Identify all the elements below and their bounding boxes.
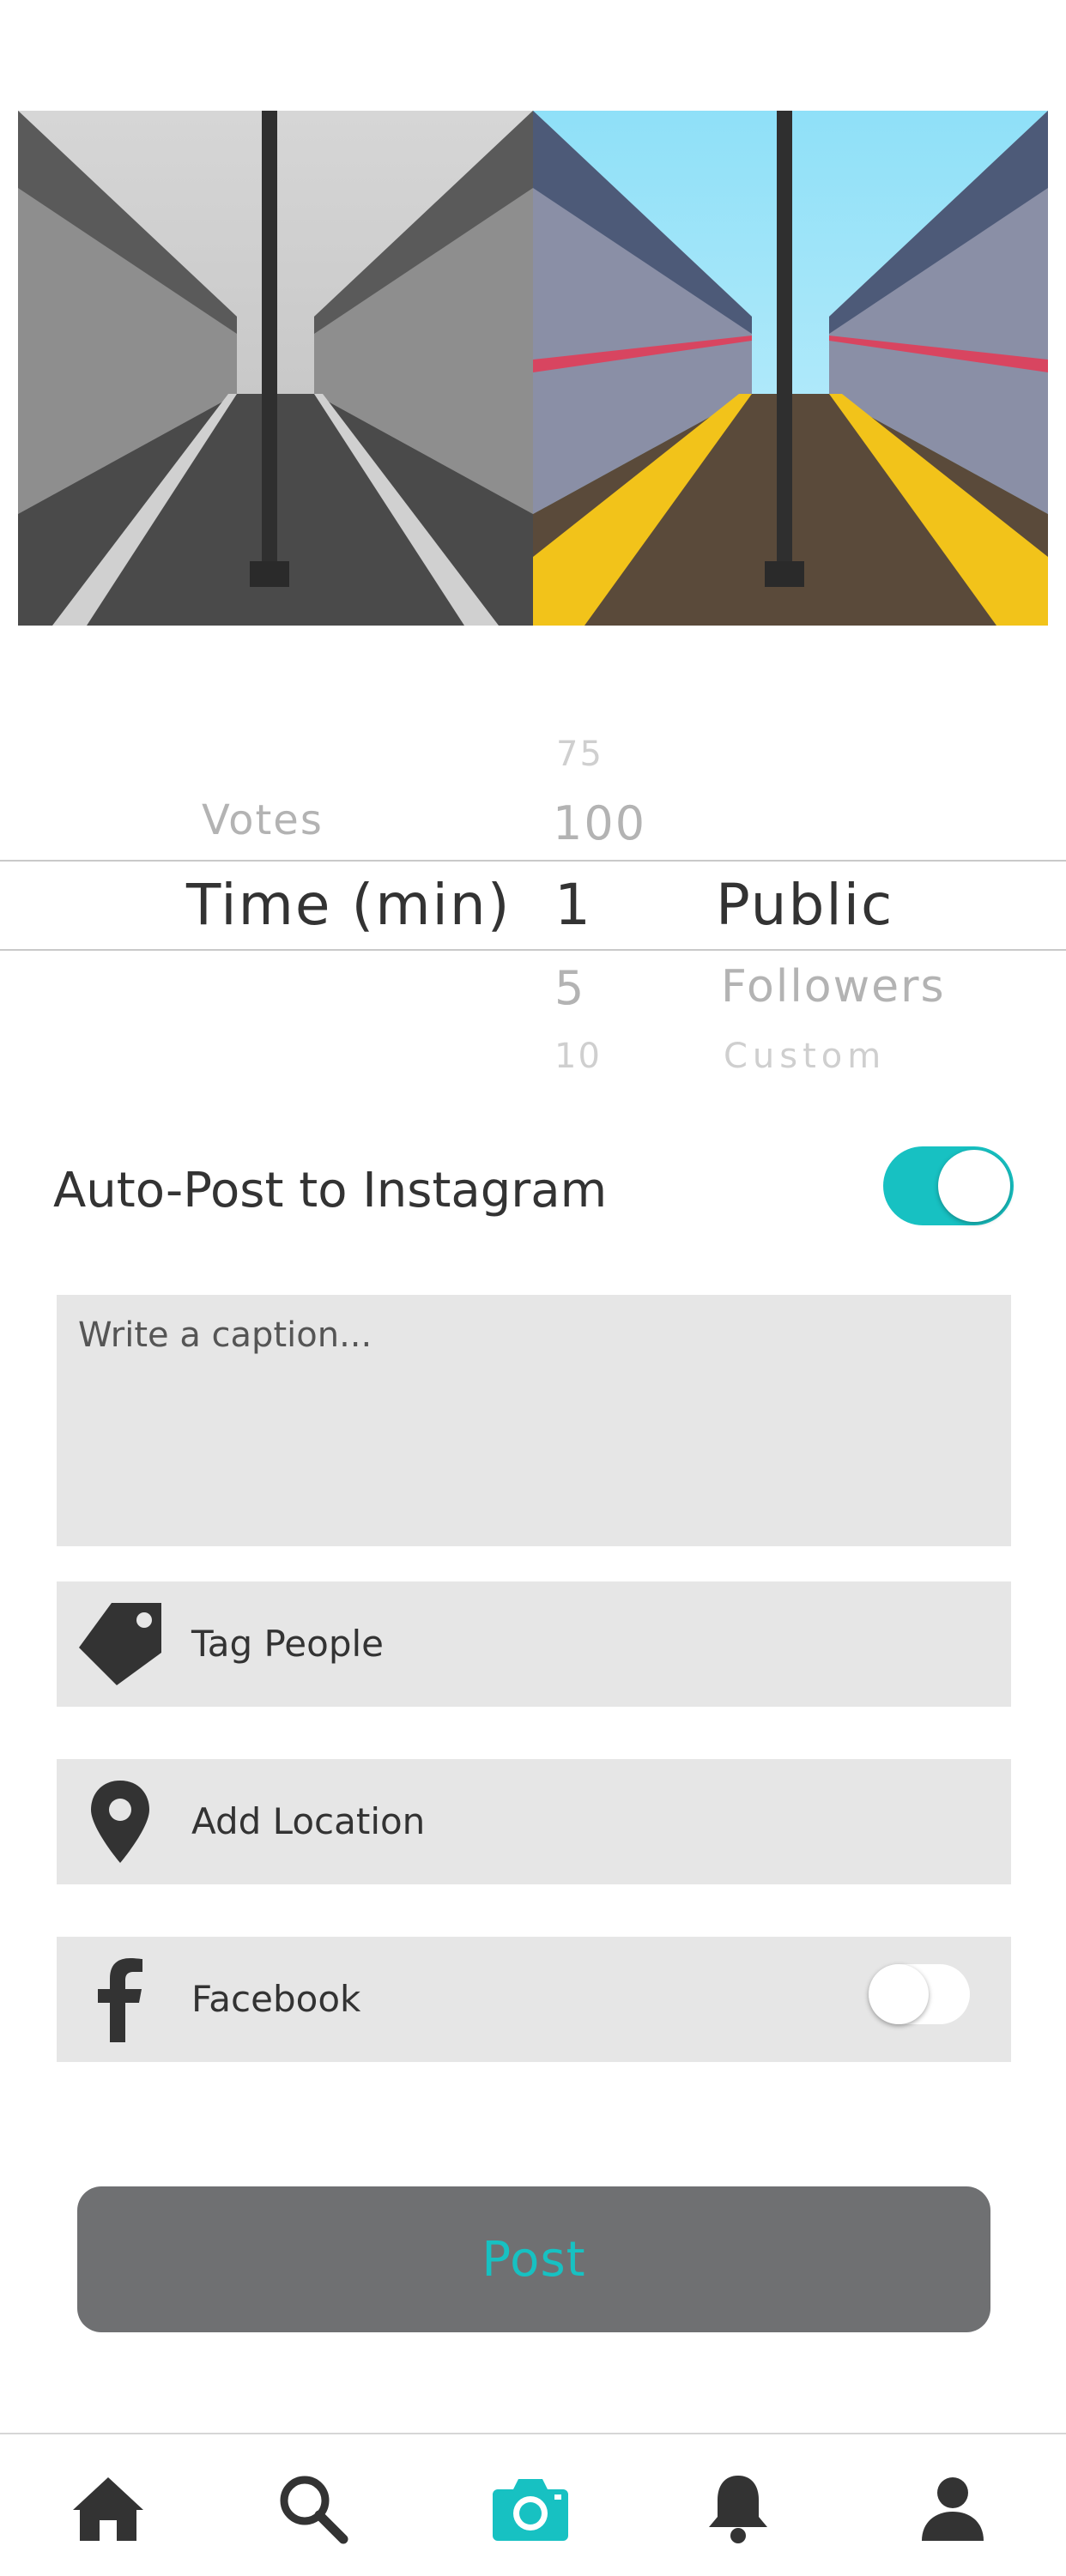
add-location-label: Add Location — [191, 1800, 426, 1842]
color-photo — [533, 111, 1048, 626]
toggle-knob — [869, 1964, 929, 2024]
grayscale-photo — [18, 111, 533, 626]
picker-selected-value[interactable]: 1 — [554, 872, 592, 938]
auto-post-toggle[interactable] — [883, 1146, 1014, 1225]
picker-option-100[interactable]: 100 — [553, 796, 646, 850]
camera-icon — [493, 2479, 568, 2541]
picker-option-10[interactable]: 10 — [554, 1037, 602, 1076]
picker-top-divider — [0, 860, 1066, 862]
picker-option-votes[interactable]: Votes — [202, 796, 324, 844]
picker-bottom-divider — [0, 949, 1066, 951]
bell-icon — [709, 2476, 767, 2543]
facebook-label: Facebook — [191, 1978, 361, 2020]
picker-selected-audience[interactable]: Public — [716, 872, 893, 938]
tab-camera[interactable] — [489, 2467, 572, 2549]
picker-option-custom[interactable]: Custom — [724, 1037, 886, 1076]
add-location-row[interactable]: Add Location — [57, 1759, 1011, 1884]
tab-search[interactable] — [271, 2467, 354, 2549]
picker-option-5[interactable]: 5 — [554, 961, 585, 1015]
tag-people-row[interactable]: Tag People — [57, 1581, 1011, 1707]
home-icon — [73, 2477, 143, 2541]
picker-selected-metric[interactable]: Time (min) — [186, 872, 511, 938]
toggle-knob — [938, 1150, 1010, 1222]
facebook-row[interactable]: Facebook — [57, 1937, 1011, 2062]
caption-placeholder: Write a caption... — [78, 1315, 372, 1355]
location-pin-icon — [77, 1779, 163, 1865]
profile-icon — [922, 2477, 984, 2541]
facebook-toggle[interactable] — [869, 1964, 970, 2024]
facebook-icon — [77, 1956, 163, 2042]
auto-post-label: Auto-Post to Instagram — [53, 1163, 608, 1218]
picker-option-75[interactable]: 75 — [556, 735, 603, 774]
post-button[interactable]: Post — [77, 2186, 990, 2332]
tag-icon — [77, 1601, 163, 1687]
photo-preview — [18, 111, 1048, 626]
caption-field[interactable]: Write a caption... — [57, 1295, 1011, 1546]
picker-option-followers[interactable]: Followers — [721, 961, 946, 1013]
search-icon — [280, 2476, 348, 2544]
tab-bar — [0, 2433, 1066, 2576]
tab-notifications[interactable] — [697, 2467, 779, 2549]
tag-people-label: Tag People — [191, 1623, 384, 1665]
tab-profile[interactable] — [912, 2467, 994, 2549]
tab-home[interactable] — [67, 2467, 149, 2549]
